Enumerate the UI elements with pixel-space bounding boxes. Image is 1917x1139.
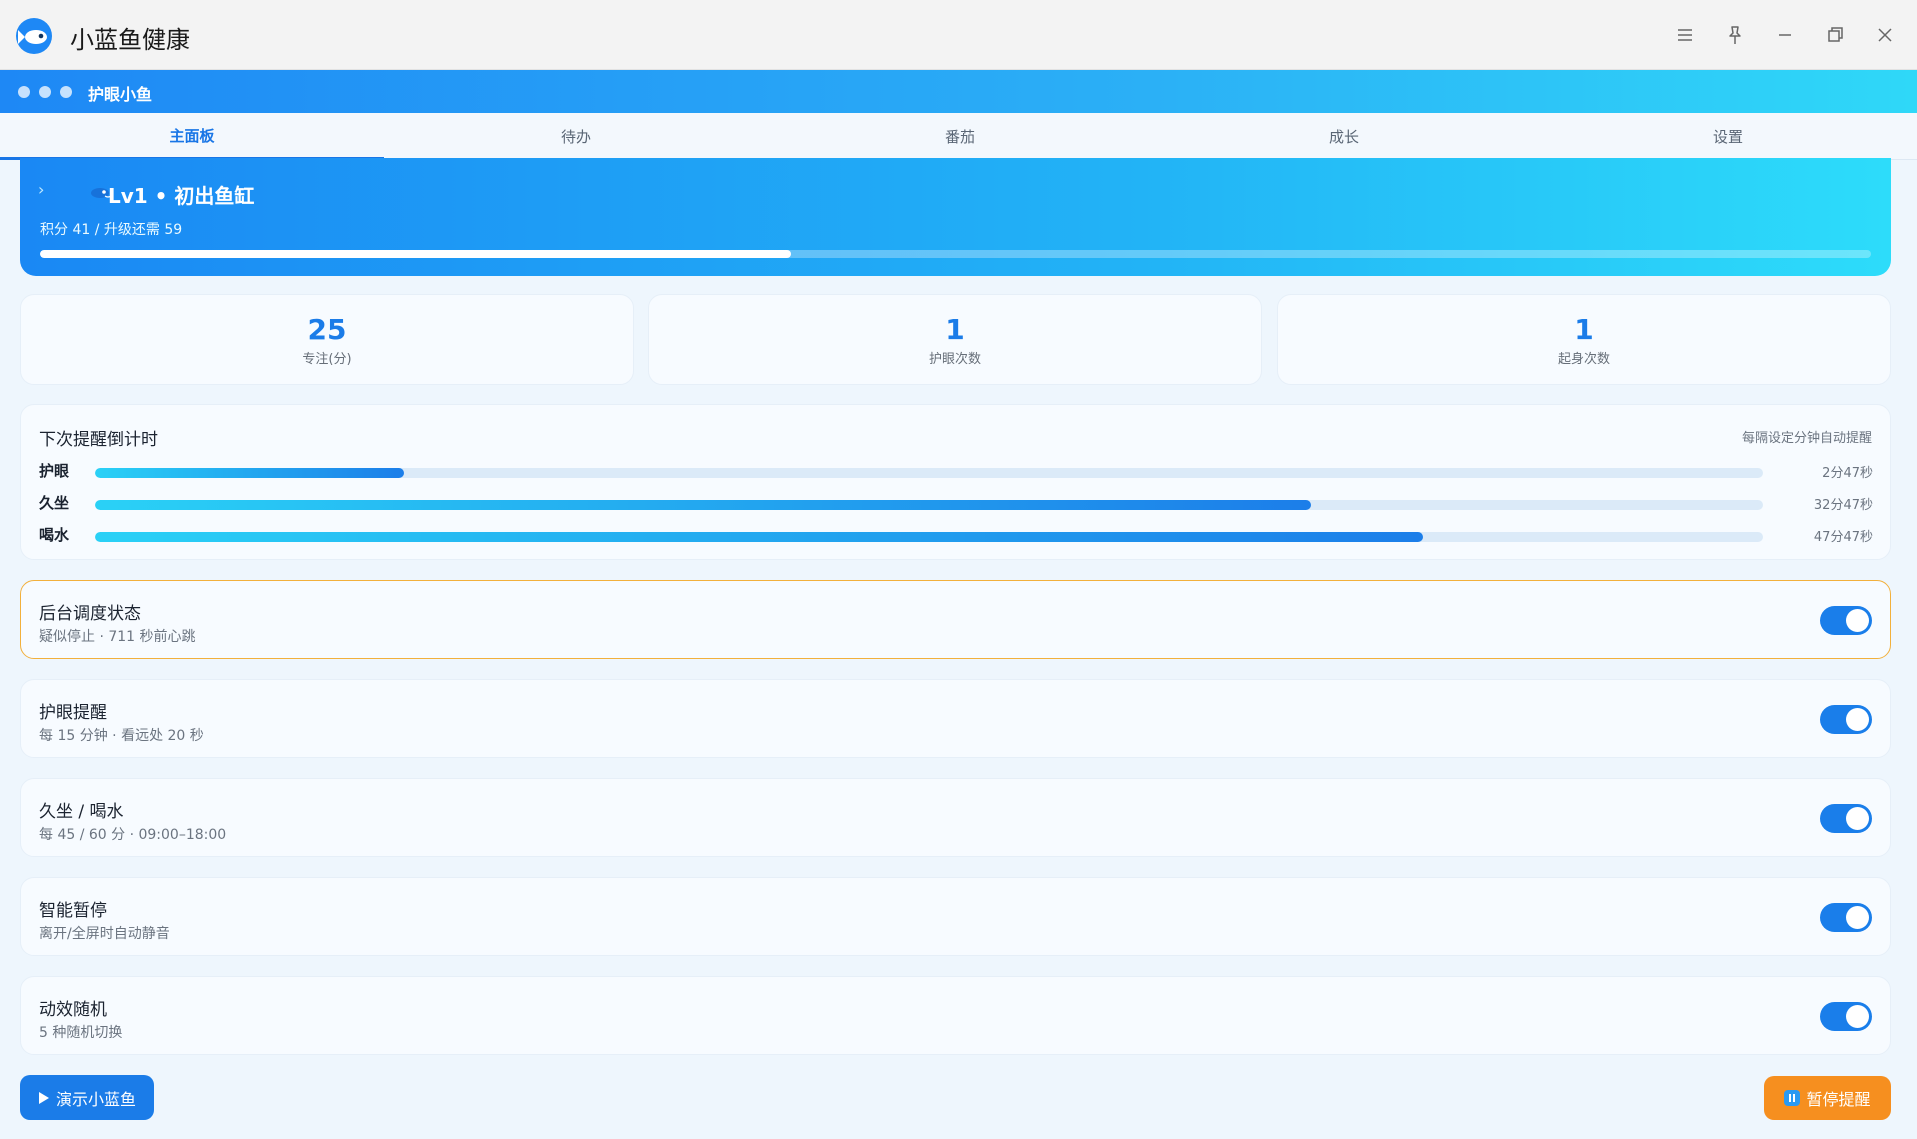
- stat-card-eye-care: 1 护眼次数: [648, 294, 1262, 385]
- play-icon: [38, 1091, 49, 1104]
- random-animation-toggle[interactable]: [1820, 1002, 1872, 1031]
- sit-water-toggle[interactable]: [1820, 804, 1872, 833]
- countdown-row-sit: 久坐 32分47秒: [39, 492, 1873, 514]
- restore-icon[interactable]: [1818, 18, 1852, 52]
- stat-card-stand-up: 1 起身次数: [1277, 294, 1891, 385]
- toggle-subtitle: 每 15 分钟 · 看远处 20 秒: [39, 728, 204, 744]
- tab-dashboard[interactable]: 主面板: [0, 113, 384, 160]
- window-dot: [60, 86, 72, 98]
- pause-reminders-label: 暂停提醒: [1806, 1090, 1871, 1109]
- toggle-card-random-animation: 动效随机 5 种随机切换: [20, 976, 1891, 1055]
- toggle-card-eye-care: 护眼提醒 每 15 分钟 · 看远处 20 秒: [20, 679, 1891, 758]
- chevron-right-icon[interactable]: ›: [38, 180, 44, 199]
- toggle-knob: [1846, 807, 1869, 830]
- countdown-label: 久坐: [39, 494, 70, 512]
- tab-todo[interactable]: 待办: [384, 113, 768, 160]
- toggle-subtitle: 每 45 / 60 分 · 09:00–18:00: [39, 827, 227, 843]
- app-title: 小蓝鱼健康: [70, 26, 190, 54]
- demo-fish-label: 演示小蓝鱼: [55, 1089, 136, 1109]
- countdown-label: 喝水: [39, 526, 70, 544]
- toggle-card-smart-pause: 智能暂停 离开/全屏时自动静音: [20, 877, 1891, 956]
- toggle-title: 智能暂停: [39, 901, 107, 921]
- toggle-knob: [1846, 906, 1869, 929]
- level-card: › Lv1 • 初出鱼缸 积分 41 / 升级还需 59: [20, 158, 1891, 276]
- countdown-title: 下次提醒倒计时: [39, 430, 158, 450]
- minimize-icon[interactable]: [1768, 18, 1802, 52]
- stat-label: 起身次数: [1557, 352, 1610, 367]
- countdown-note: 每隔设定分钟自动提醒: [1741, 431, 1872, 446]
- toggle-subtitle: 5 种随机切换: [39, 1025, 123, 1041]
- header-bar: 护眼小鱼: [0, 70, 1917, 113]
- countdown-bar: [95, 532, 1763, 542]
- countdown-label: 护眼: [39, 462, 70, 480]
- countdown-time: 47分47秒: [1813, 530, 1873, 545]
- tab-pomodoro[interactable]: 番茄: [768, 113, 1152, 160]
- menu-icon[interactable]: [1668, 18, 1702, 52]
- title-bar: 小蓝鱼健康: [0, 0, 1917, 70]
- smart-pause-toggle[interactable]: [1820, 903, 1872, 932]
- tab-settings[interactable]: 设置: [1536, 113, 1917, 160]
- stat-value: 1: [945, 313, 965, 346]
- toggle-subtitle: 离开/全屏时自动静音: [39, 926, 170, 942]
- countdown-bar-fill: [95, 468, 404, 478]
- countdown-row-water: 喝水 47分47秒: [39, 524, 1873, 546]
- pin-icon[interactable]: [1718, 18, 1752, 52]
- toggle-knob: [1846, 708, 1869, 731]
- level-progress-bar: [40, 250, 1871, 258]
- toggle-knob: [1846, 1005, 1869, 1028]
- fish-logo-icon: [16, 18, 52, 54]
- countdown-bar-fill: [95, 532, 1423, 542]
- demo-fish-button[interactable]: 演示小蓝鱼: [20, 1075, 154, 1120]
- level-progress-fill: [40, 250, 791, 258]
- stat-value: 25: [307, 313, 347, 346]
- level-title: Lv1 • 初出鱼缸: [108, 184, 255, 208]
- tab-growth[interactable]: 成长: [1152, 113, 1536, 160]
- countdown-bar-fill: [95, 500, 1311, 510]
- toggle-card-sit-water: 久坐 / 喝水 每 45 / 60 分 · 09:00–18:00: [20, 778, 1891, 857]
- stat-label: 专注(分): [302, 352, 352, 367]
- window-dot: [18, 86, 30, 98]
- countdown-bar: [95, 468, 1763, 478]
- toggle-title: 护眼提醒: [39, 703, 107, 723]
- toggle-title: 久坐 / 喝水: [39, 802, 124, 822]
- tab-bar: 主面板 待办 番茄 成长 设置: [0, 113, 1917, 160]
- eye-care-toggle[interactable]: [1820, 705, 1872, 734]
- stat-label: 护眼次数: [928, 352, 981, 367]
- scheduler-toggle[interactable]: [1820, 606, 1872, 635]
- pause-reminders-button[interactable]: 暂停提醒: [1764, 1076, 1891, 1120]
- stat-value: 1: [1574, 313, 1594, 346]
- toggle-subtitle: 疑似停止 · 711 秒前心跳: [39, 629, 196, 645]
- stat-card-focus: 25 专注(分): [20, 294, 634, 385]
- countdown-row-eye: 护眼 2分47秒: [39, 460, 1873, 482]
- pause-icon: [1784, 1090, 1801, 1106]
- level-points: 积分 41 / 升级还需 59: [40, 222, 183, 238]
- toggle-title: 后台调度状态: [39, 604, 141, 624]
- close-icon[interactable]: [1868, 18, 1902, 52]
- toggle-title: 动效随机: [39, 1000, 107, 1020]
- countdown-panel: 下次提醒倒计时 每隔设定分钟自动提醒 护眼 2分47秒 久坐 32分47秒 喝水…: [20, 404, 1891, 560]
- header-title: 护眼小鱼: [88, 85, 153, 104]
- countdown-time: 2分47秒: [1822, 466, 1873, 481]
- countdown-bar: [95, 500, 1763, 510]
- window-dot: [39, 86, 51, 98]
- toggle-card-scheduler: 后台调度状态 疑似停止 · 711 秒前心跳: [20, 580, 1891, 659]
- toggle-knob: [1846, 609, 1869, 632]
- countdown-time: 32分47秒: [1813, 498, 1873, 513]
